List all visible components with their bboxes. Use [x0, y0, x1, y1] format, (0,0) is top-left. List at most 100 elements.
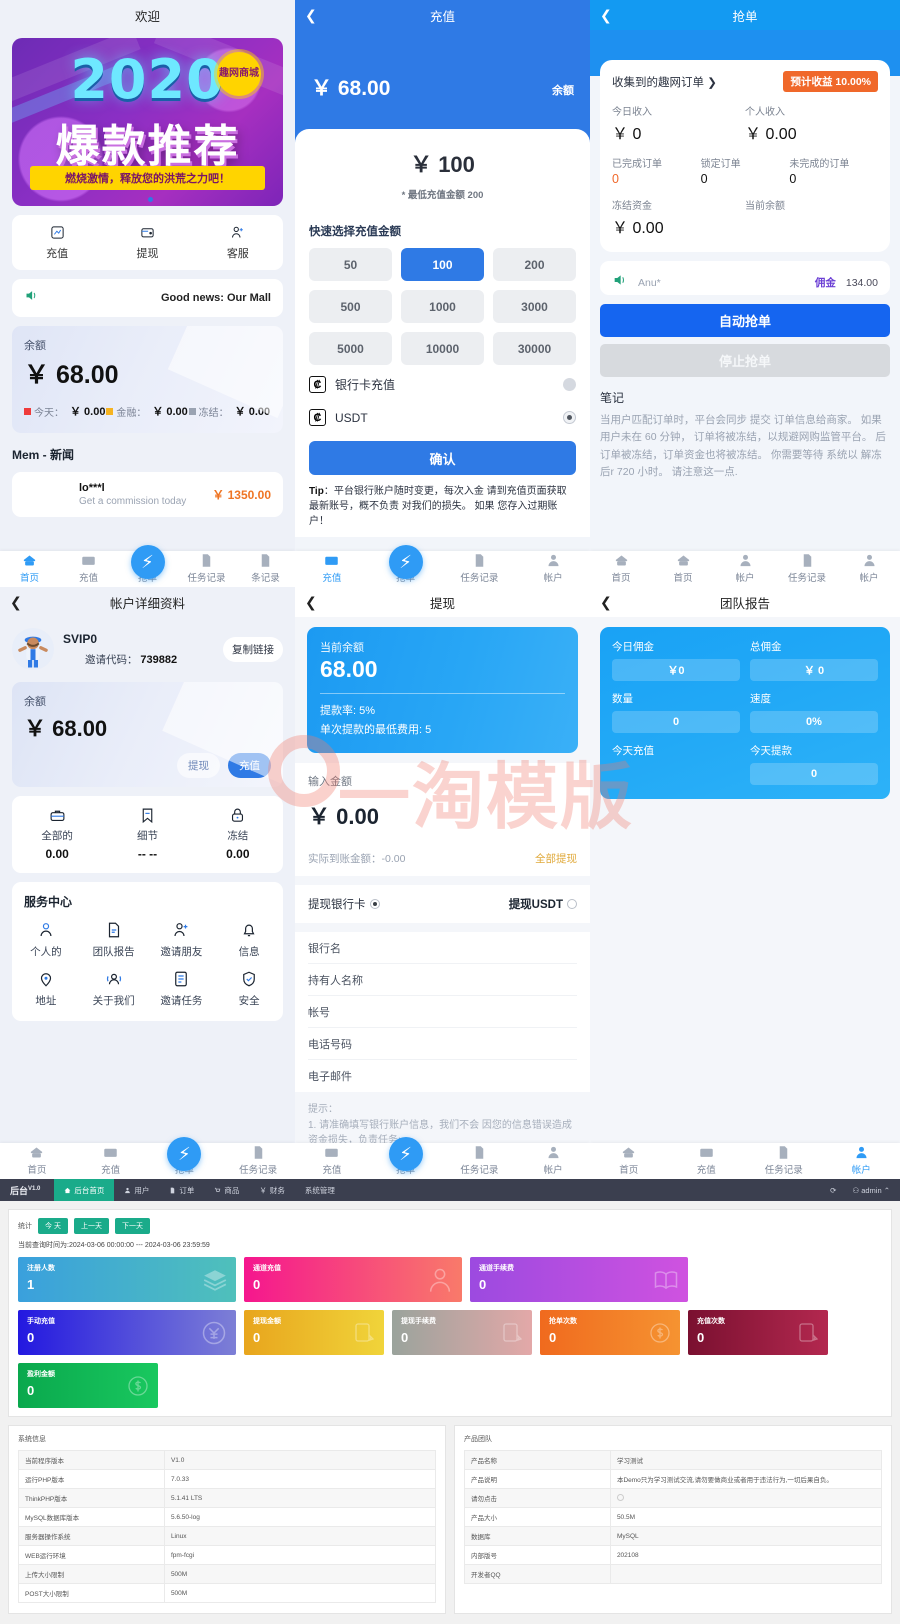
- withdraw-all-button[interactable]: 全部提现: [535, 851, 577, 866]
- admin-user[interactable]: ⚇ admin ⌃: [852, 1186, 890, 1195]
- tab-grab[interactable]: ⚡ 抢单: [369, 1144, 443, 1179]
- radio-usdt[interactable]: [563, 411, 576, 424]
- field-holder-name[interactable]: 持有人名称: [308, 964, 577, 996]
- nav-finance[interactable]: ￥ 财务: [249, 1179, 295, 1201]
- service-item-messages[interactable]: 信息: [215, 921, 283, 959]
- amount-option[interactable]: 500: [309, 290, 392, 323]
- service-item-address[interactable]: 地址: [12, 970, 80, 1008]
- tab-grab[interactable]: ⚡ 抢单: [118, 552, 177, 587]
- amount-option[interactable]: 5000: [309, 332, 392, 365]
- stat-total[interactable]: 全部的 0.00: [12, 807, 102, 861]
- pay-method-bank[interactable]: ₡ 银行卡充值: [309, 365, 576, 398]
- amount-option[interactable]: 200: [493, 248, 576, 281]
- bolt-icon[interactable]: ⚡: [389, 545, 423, 579]
- nav-dashboard[interactable]: 后台首页: [54, 1179, 114, 1201]
- field-phone[interactable]: 电话号码: [308, 1028, 577, 1060]
- method-usdt[interactable]: 提现USDT: [509, 896, 577, 912]
- tab-task-record[interactable]: 任务记录: [177, 553, 236, 587]
- service-item-about-us[interactable]: 关于我们: [80, 970, 148, 1008]
- avatar[interactable]: [12, 628, 54, 670]
- tab-home[interactable]: 首页: [590, 553, 652, 587]
- tab-recharge[interactable]: 充值: [668, 1145, 746, 1179]
- range-today-button[interactable]: 今 天: [38, 1218, 68, 1234]
- withdraw-amount-input[interactable]: ￥ 0.00: [308, 799, 577, 831]
- collect-orders-link[interactable]: 收集到的趣网订单 ❯: [612, 74, 783, 90]
- tab-home-2[interactable]: 首页: [652, 553, 714, 587]
- quick-action-recharge[interactable]: 充值: [12, 225, 102, 261]
- service-item-invite-friends[interactable]: 邀请朋友: [148, 921, 216, 959]
- tab-task-record[interactable]: 任务记录: [443, 553, 517, 587]
- tab-account[interactable]: 帐户: [516, 553, 590, 587]
- amount-option[interactable]: 30000: [493, 332, 576, 365]
- bolt-icon[interactable]: ⚡: [131, 545, 165, 579]
- tab-task-record[interactable]: 任务记录: [221, 1145, 295, 1179]
- field-email[interactable]: 电子邮件: [308, 1060, 577, 1092]
- tab-account[interactable]: 帐户: [714, 553, 776, 587]
- withdraw-button[interactable]: 提现: [177, 753, 220, 778]
- confirm-button[interactable]: 确认: [309, 441, 576, 475]
- recharge-button[interactable]: 充值: [228, 753, 271, 778]
- tab-account[interactable]: 帐户: [516, 1145, 590, 1179]
- tab-home[interactable]: 首页: [590, 1145, 668, 1179]
- recharge-amount-input[interactable]: ￥ 100: [295, 147, 590, 179]
- amount-option[interactable]: 50: [309, 248, 392, 281]
- tab-account[interactable]: 帐户: [823, 1145, 900, 1179]
- range-next-day-button[interactable]: 下一天: [115, 1218, 150, 1234]
- tab-recharge[interactable]: 充值: [59, 553, 118, 587]
- refresh-icon[interactable]: ⟳: [830, 1186, 836, 1195]
- back-icon[interactable]: ❮: [305, 8, 317, 22]
- amount-option-selected[interactable]: 100: [401, 248, 484, 281]
- news-item[interactable]: lo***l Get a commission today ￥ 1350.00: [12, 472, 283, 517]
- quick-action-withdraw[interactable]: 提现: [102, 225, 192, 261]
- service-item-security[interactable]: 安全: [215, 970, 283, 1008]
- bolt-icon[interactable]: ⚡: [389, 1137, 423, 1171]
- quick-amount-grid: 50 100 200 500 1000 3000 5000 10000 3000…: [309, 248, 576, 365]
- radio-usdt[interactable]: [567, 899, 577, 909]
- radio-bank[interactable]: [370, 899, 380, 909]
- nav-users[interactable]: 用户: [114, 1179, 159, 1201]
- radio-bank[interactable]: [563, 378, 576, 391]
- copy-link-button[interactable]: 复制链接: [223, 637, 283, 662]
- back-icon[interactable]: ❮: [305, 595, 317, 609]
- bolt-icon[interactable]: ⚡: [167, 1137, 201, 1171]
- service-label: 安全: [239, 993, 260, 1008]
- nav-orders[interactable]: 订单: [159, 1179, 204, 1201]
- stat-details[interactable]: 细节 -- --: [102, 807, 192, 861]
- tab-recharge[interactable]: 充值: [295, 1145, 369, 1179]
- notice-bar[interactable]: Good news: Our Mall: [12, 279, 283, 317]
- tab-account-2[interactable]: 帐户: [838, 553, 900, 587]
- pay-method-usdt[interactable]: ₡ USDT: [309, 398, 576, 431]
- stop-grab-button[interactable]: 停止抢单: [600, 344, 890, 377]
- tab-grab[interactable]: ⚡ 抢单: [369, 552, 443, 587]
- carousel-dot[interactable]: [148, 197, 153, 202]
- service-item-invite-task[interactable]: 邀请任务: [148, 970, 216, 1008]
- back-icon[interactable]: ❮: [10, 595, 22, 609]
- field-account-number[interactable]: 帐号: [308, 996, 577, 1028]
- amount-option[interactable]: 1000: [401, 290, 484, 323]
- tab-task-record[interactable]: 任务记录: [443, 1145, 517, 1179]
- tab-recharge[interactable]: 充值: [295, 553, 369, 587]
- quick-action-support[interactable]: 客服: [193, 225, 283, 261]
- range-prev-day-button[interactable]: 上一天: [74, 1218, 109, 1234]
- stat-value: 0: [789, 172, 878, 186]
- service-item-team-report[interactable]: 团队报告: [80, 921, 148, 959]
- amount-option[interactable]: 10000: [401, 332, 484, 365]
- service-item-personal[interactable]: 个人的: [12, 921, 80, 959]
- tab-task-record[interactable]: 任务记录: [745, 1145, 823, 1179]
- tab-item-record[interactable]: 条记录: [236, 553, 295, 587]
- tab-grab[interactable]: ⚡ 抢单: [148, 1144, 222, 1179]
- tab-task-record[interactable]: 任务记录: [776, 553, 838, 587]
- stat-frozen[interactable]: 冻结 0.00: [193, 807, 283, 861]
- tab-home[interactable]: 首页: [0, 1145, 74, 1179]
- tab-recharge[interactable]: 充值: [74, 1145, 148, 1179]
- nav-system[interactable]: 系统管理: [295, 1179, 345, 1201]
- tab-home[interactable]: 首页: [0, 553, 59, 587]
- promo-banner[interactable]: 2020 趣网商城 爆款推荐 燃烧激情，释放您的洪荒之力吧！: [12, 38, 283, 206]
- field-bank-name[interactable]: 银行名: [308, 932, 577, 964]
- method-bank[interactable]: 提现银行卡: [308, 896, 509, 912]
- auto-grab-button[interactable]: 自动抢单: [600, 304, 890, 337]
- back-icon[interactable]: ❮: [600, 595, 612, 609]
- amount-option[interactable]: 3000: [493, 290, 576, 323]
- nav-products[interactable]: 商品: [204, 1179, 249, 1201]
- back-icon[interactable]: ❮: [600, 8, 612, 22]
